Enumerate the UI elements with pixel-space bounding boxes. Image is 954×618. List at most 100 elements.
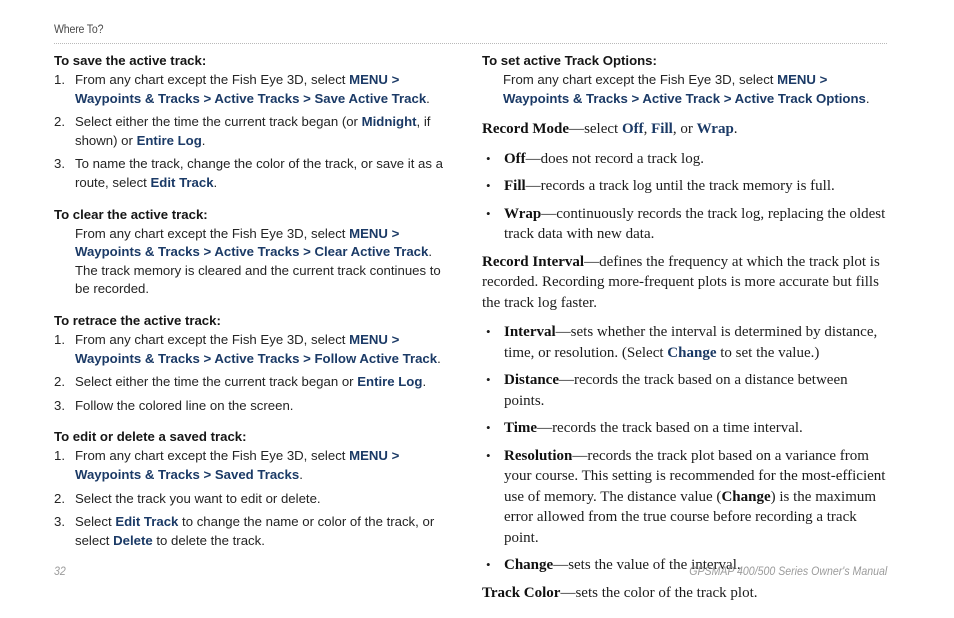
definition-paragraph: Record Mode—select Off, Fill, or Wrap. (482, 119, 887, 140)
text-run: . (437, 350, 441, 366)
ui-term: > (387, 331, 400, 347)
ui-term: Active Tracks (214, 350, 300, 366)
ui-term: Delete (113, 532, 153, 548)
bullet-item: • Distance—records the track based on a d… (482, 370, 887, 411)
ui-term: Entire Log (357, 374, 423, 390)
section-heading: To set active Track Options: (482, 53, 657, 68)
ui-term: > (815, 72, 828, 87)
numbered-step: 2. Select the track you want to edit or d… (54, 490, 450, 509)
step-text: Select either the time the current track… (75, 114, 430, 148)
numbered-step: 3. Select Edit Track to change the name o… (54, 513, 450, 550)
ui-term: Edit Track (115, 514, 179, 530)
step-number: 1. (54, 448, 65, 464)
step-number: 2. (54, 374, 65, 390)
bullet-text: Distance—records the track based on a di… (504, 372, 848, 409)
emphasis-term: Fill (504, 178, 526, 195)
text-run: Select either the time the current track… (75, 374, 358, 390)
ui-term: > (720, 90, 735, 106)
ui-term: Active Track Options (734, 90, 866, 106)
text-run: To name the track, change the color of t… (75, 156, 443, 190)
step-text: To name the track, change the color of t… (75, 156, 443, 190)
manual-page: Where To? To save the active track: 1. Fro… (0, 0, 954, 618)
bullet-text: Wrap—continuously records the track log,… (504, 206, 885, 243)
step-number: 3. (54, 514, 65, 530)
ui-term: > (387, 448, 400, 464)
text-run: . (299, 466, 303, 482)
instruction-text: From any chart except the Fish Eye 3D, s… (482, 71, 887, 108)
footer-page-number: 32 (54, 566, 66, 578)
header-divider (54, 43, 887, 45)
ui-term: Saved Tracks (214, 466, 300, 482)
ui-term: Midnight (361, 114, 417, 130)
section-heading: To save the active track: (54, 53, 207, 68)
section-heading: To edit or delete a saved track: (54, 429, 247, 445)
text-run: —does not record a track log. (525, 150, 704, 167)
text-run: Select (75, 514, 116, 530)
ui-term: Waypoints & Tracks (75, 90, 200, 106)
running-head: Where To? (54, 24, 887, 37)
text-run: From any chart except the Fish Eye 3D, s… (503, 72, 778, 87)
ui-term: Wrap (696, 121, 734, 138)
emphasis-term: Record Mode (482, 121, 570, 138)
instruction-text: From any chart except the Fish Eye 3D, s… (54, 225, 450, 299)
bullet-item: • Time—records the track based on a time … (482, 418, 887, 439)
ui-term: MENU (349, 331, 388, 347)
numbered-step: 1. From any chart except the Fish Eye 3D,… (54, 447, 450, 484)
ui-term: > (299, 244, 315, 260)
ui-term: Waypoints & Tracks (75, 244, 200, 260)
ui-term: > (627, 90, 643, 106)
text-run: From any chart except the Fish Eye 3D, s… (75, 331, 350, 347)
emphasis-term: Change (721, 488, 771, 505)
definition-paragraph: Track Color—sets the color of the track … (482, 583, 887, 604)
ui-term: Active Tracks (214, 90, 300, 106)
ui-term: > (199, 466, 215, 482)
ui-term: Save Active Track (314, 90, 427, 106)
step-text: From any chart except the Fish Eye 3D, s… (75, 332, 441, 366)
ui-term: Waypoints & Tracks (75, 466, 200, 482)
emphasis-term: Resolution (504, 447, 573, 464)
emphasis-term: Time (504, 420, 538, 437)
bullet-dot-icon: • (486, 178, 491, 194)
step-number: 1. (54, 331, 65, 347)
step-number: 3. (54, 397, 65, 413)
ui-term: Waypoints & Tracks (75, 350, 200, 366)
text-run: . (201, 132, 206, 148)
ui-term: > (199, 244, 215, 260)
ui-term: MENU (777, 72, 816, 87)
step-text: Select Edit Track to change the name or … (75, 514, 434, 548)
ui-term: MENU (349, 225, 388, 241)
text-run: —select (569, 121, 622, 138)
bullet-text: Interval—sets whether the interval is de… (504, 324, 877, 361)
ui-term: Change (667, 344, 717, 361)
numbered-step: 3. Follow the colored line on the screen. (54, 397, 450, 416)
step-text: Select the track you want to edit or del… (75, 491, 321, 506)
text-run: —records the track based on a time inter… (537, 420, 803, 437)
ui-term: Active Track (642, 90, 721, 106)
emphasis-term: Track Color (482, 584, 561, 601)
numbered-step: 2. Select either the time the current tra… (54, 113, 450, 150)
bullet-dot-icon: • (486, 150, 491, 166)
emphasis-term: Distance (504, 372, 559, 389)
bullet-item: • Wrap—continuously records the track log… (482, 204, 887, 245)
bullet-text: Resolution—records the track plot based … (504, 448, 885, 546)
text-run: —sets the color of the track plot. (560, 584, 758, 601)
text-run: . (422, 374, 427, 390)
text-run: Select the track you want to edit or del… (75, 490, 321, 506)
ui-term: > (299, 350, 315, 366)
ui-term: Fill (651, 121, 673, 138)
ui-term: > (299, 90, 315, 106)
text-run: to set the value.) (716, 344, 820, 361)
text-run: . (733, 121, 738, 138)
ui-term: > (199, 90, 215, 106)
bullet-dot-icon: • (486, 420, 491, 436)
text-run: Follow the colored line on the screen. (75, 397, 294, 413)
numbered-step: 2. Select either the time the current tra… (54, 373, 450, 392)
ui-term: Clear Active Track (314, 244, 429, 260)
text-run: . (865, 90, 870, 106)
text-run: , or (672, 121, 697, 138)
running-head-label: Where To? (54, 24, 104, 36)
emphasis-term: Off (504, 150, 526, 167)
text-run: Select either the time the current track… (75, 114, 362, 130)
step-number: 3. (54, 156, 65, 172)
ui-term: Active Tracks (214, 244, 300, 260)
